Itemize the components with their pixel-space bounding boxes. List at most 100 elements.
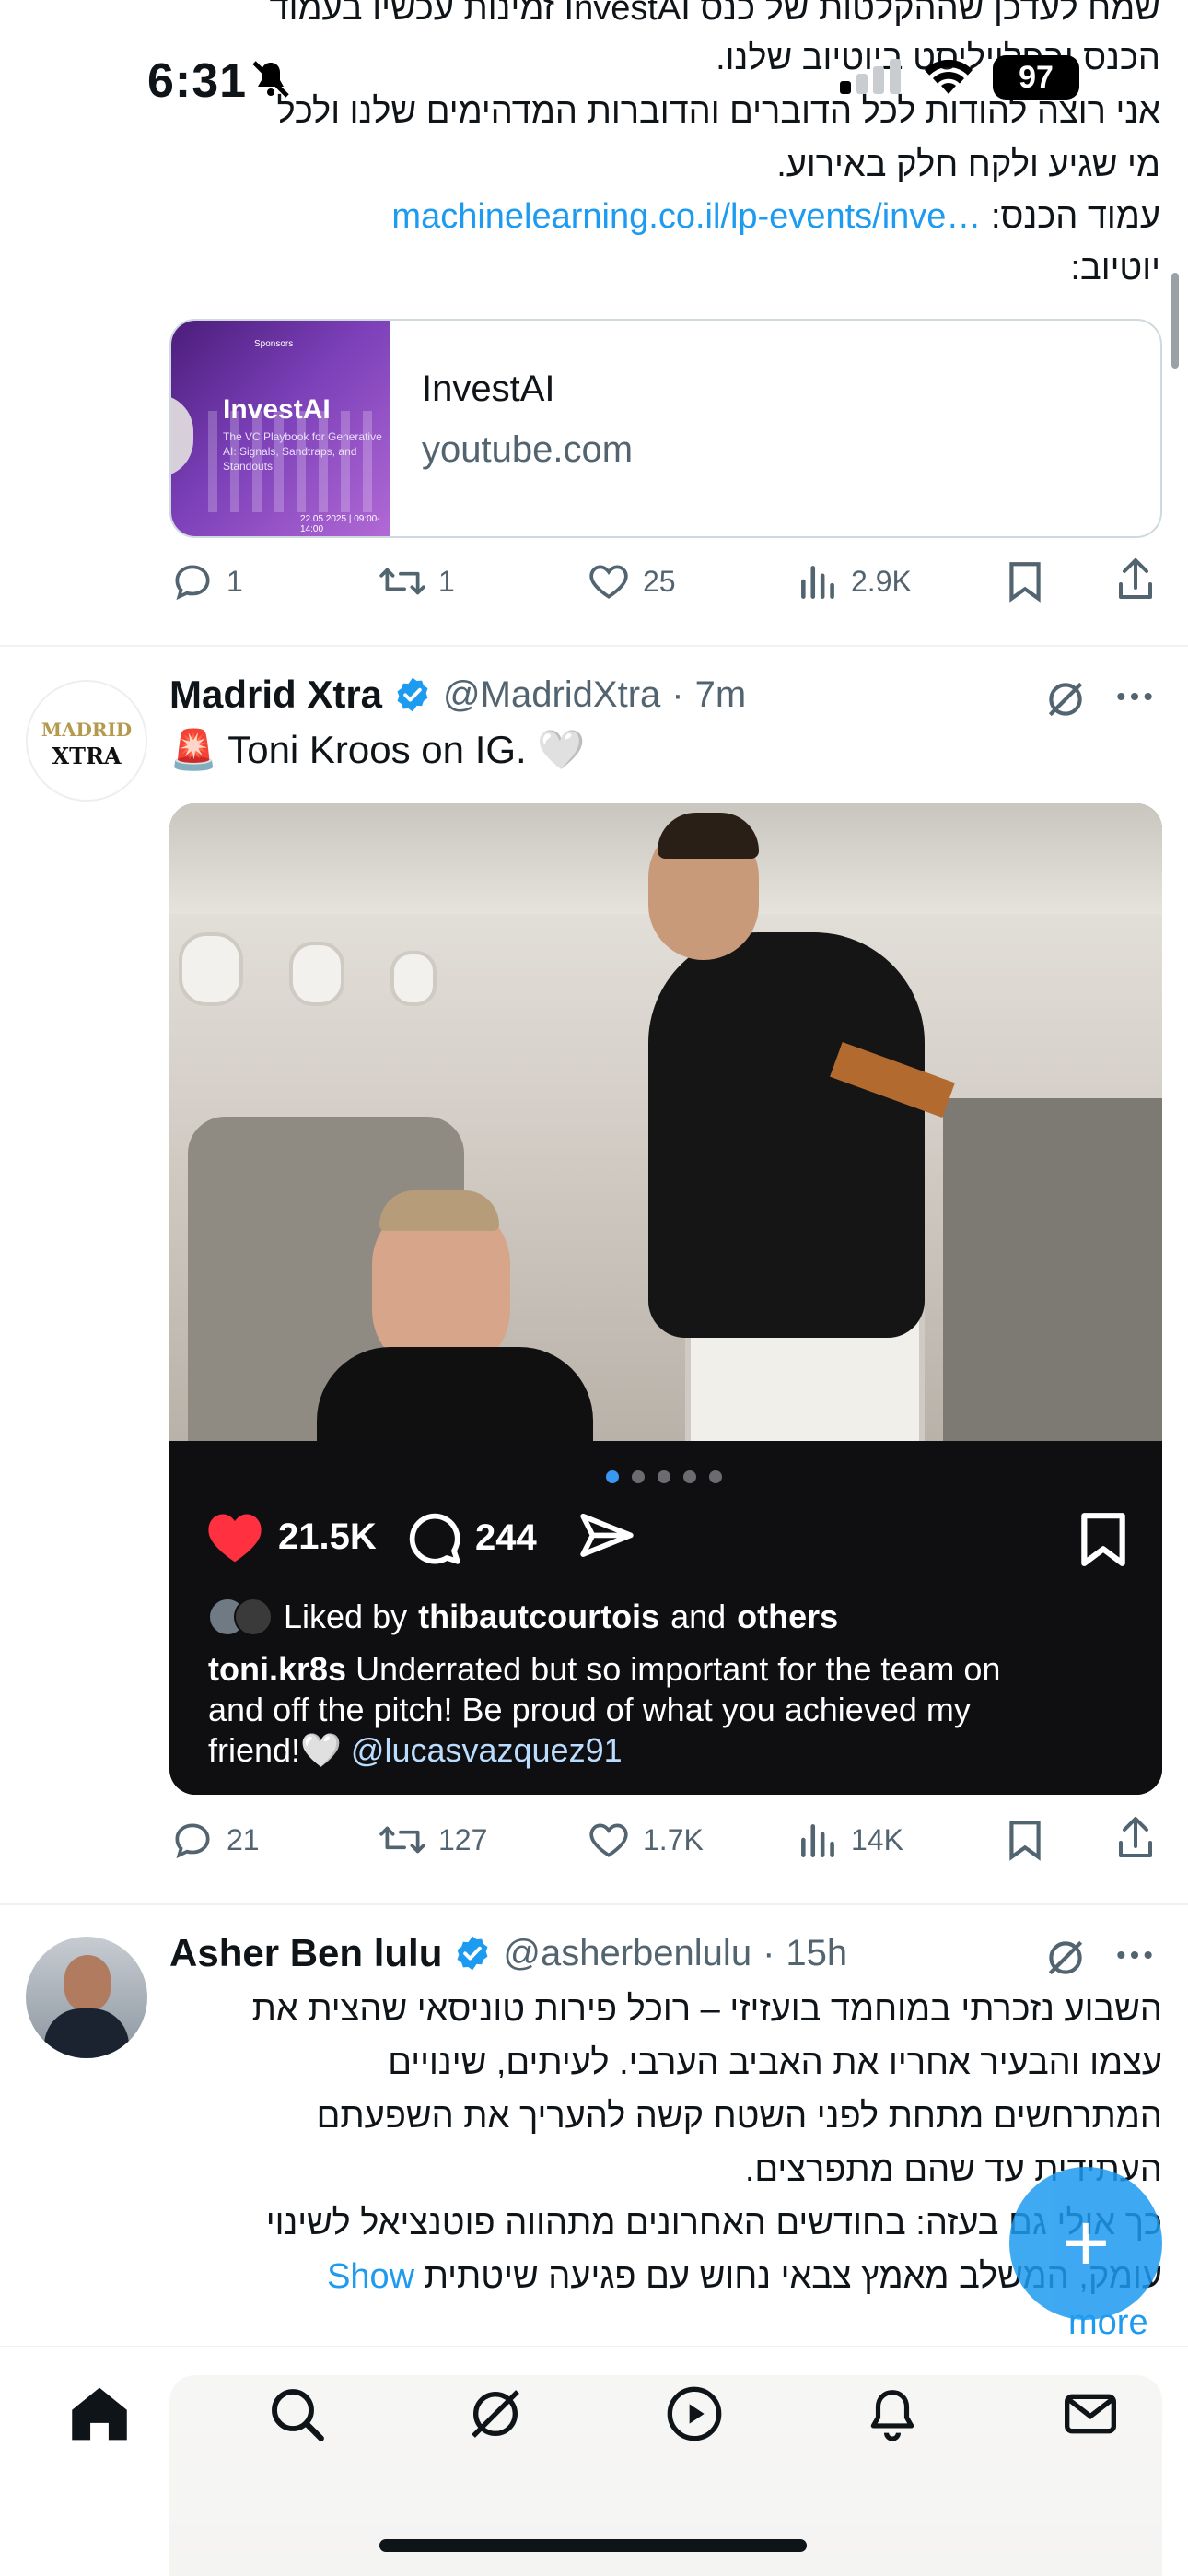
timestamp[interactable]: 7m <box>695 674 747 716</box>
like-count: 1.7K <box>643 1822 704 1856</box>
views-button[interactable]: 14K <box>798 1817 903 1863</box>
card-thumbnail: Sponsors InvestAI The VC Playbook for Ge… <box>171 321 390 536</box>
retweet-icon <box>379 1826 425 1854</box>
heart-icon <box>589 565 628 599</box>
caption-mention: @lucasvazquez91 <box>350 1731 623 1769</box>
retweet-count: 127 <box>438 1822 488 1856</box>
signal-icon <box>840 59 901 94</box>
ig-comment-icon <box>409 1513 460 1564</box>
bookmark-icon[interactable] <box>1004 558 1046 609</box>
scrollbar[interactable] <box>1171 273 1179 369</box>
dot-separator: · <box>763 1932 775 1973</box>
thumb-sponsors: Sponsors <box>254 339 294 349</box>
grok-icon[interactable] <box>1042 676 1089 727</box>
ig-caption: toni.kr8s Underrated but so important fo… <box>208 1649 1138 1771</box>
reply-icon <box>175 1823 210 1859</box>
page-label: עמוד הכנס: <box>990 197 1160 236</box>
tweet3-line-3: העתידית עד שהם מתפרצים. <box>744 2150 1162 2189</box>
caption-user: toni.kr8s <box>208 1650 347 1688</box>
more-options-icon[interactable] <box>1114 1946 1155 1969</box>
page-link[interactable]: machinelearning.co.il/lp-events/inve… <box>391 197 981 236</box>
ig-save-icon[interactable] <box>1077 1511 1129 1573</box>
link-card[interactable]: Sponsors InvestAI The VC Playbook for Ge… <box>169 319 1162 538</box>
handle[interactable]: @MadridXtra <box>443 674 660 716</box>
tweet1-line-3: מי שגיע ולקח חלק באירוע. <box>776 146 1160 184</box>
ig-comment[interactable]: 244 <box>405 1509 537 1566</box>
avatar-text-bottom: XTRA <box>52 743 122 769</box>
like-count: 25 <box>643 564 676 598</box>
divider <box>0 645 1188 647</box>
status-time: 6:31 <box>147 54 248 108</box>
retweet-count: 1 <box>438 564 455 598</box>
timestamp[interactable]: 15h <box>786 1933 847 1974</box>
wifi-icon <box>921 57 976 102</box>
display-name[interactable]: Asher Ben lulu <box>169 1931 442 1975</box>
ig-liker-avatars <box>208 1598 273 1636</box>
search-icon[interactable] <box>267 2384 326 2448</box>
ig-comment-count: 244 <box>475 1516 537 1558</box>
reply-icon <box>175 565 210 601</box>
messages-icon[interactable] <box>1061 2384 1120 2448</box>
home-icon[interactable] <box>68 2384 131 2448</box>
divider <box>0 1903 1188 1905</box>
tweet-text: 🚨 Toni Kroos on IG. 🤍 <box>169 728 586 771</box>
retweet-button[interactable]: 1 <box>378 558 455 604</box>
reply-count: 1 <box>227 564 243 598</box>
reply-button[interactable]: 21 <box>169 1817 260 1863</box>
grok-icon[interactable] <box>1042 1935 1089 1985</box>
card-title: InvestAI <box>422 369 555 409</box>
silent-bell-icon <box>249 57 293 106</box>
avatar[interactable] <box>26 1937 147 2058</box>
liked-by-user: thibautcourtois <box>418 1598 660 1635</box>
video-icon[interactable] <box>665 2384 724 2448</box>
verified-icon <box>457 1936 488 1971</box>
views-count: 2.9K <box>851 564 912 598</box>
ig-liked-by: Liked by thibautcourtois and others <box>208 1598 838 1636</box>
avatar[interactable]: MADRID XTRA <box>26 680 147 802</box>
bookmark-icon[interactable] <box>1004 1817 1046 1868</box>
reply-count: 21 <box>227 1822 260 1856</box>
more-options-icon[interactable] <box>1114 687 1155 710</box>
ig-like[interactable]: 21.5K <box>204 1509 377 1564</box>
youtube-label: יוטיוב: <box>1070 249 1160 287</box>
share-icon[interactable] <box>1112 556 1159 609</box>
carousel-dots[interactable] <box>606 1470 722 1483</box>
verified-icon <box>397 677 428 712</box>
handle[interactable]: @asherbenlulu <box>503 1933 751 1974</box>
tweet1-line-0: שמח לעדכן שההקלטות של כנס InvestAI זמינו… <box>269 0 1160 28</box>
liked-by-others: others <box>737 1598 839 1635</box>
ig-like-count: 21.5K <box>278 1516 377 1557</box>
compose-button[interactable]: + <box>1009 2167 1162 2320</box>
like-button[interactable]: 1.7K <box>586 1817 704 1863</box>
views-count: 14K <box>851 1822 903 1856</box>
retweet-button[interactable]: 127 <box>378 1817 487 1863</box>
notifications-icon[interactable] <box>864 2384 921 2448</box>
photo <box>169 803 1162 1441</box>
show-more-link-1[interactable]: Show <box>327 2257 414 2296</box>
tweet3-line-0: השבוע נזכרתי במוחמד בועזיזי – רוכל פירות… <box>251 1990 1162 2029</box>
analytics-icon <box>801 1824 834 1857</box>
home-indicator[interactable] <box>379 2539 807 2552</box>
ig-heart-icon <box>208 1514 262 1563</box>
grok-nav-icon[interactable] <box>466 2384 525 2448</box>
battery-indicator: 97 <box>993 55 1079 100</box>
caption-line3: friend!🤍 <box>208 1731 342 1769</box>
tweet1-page-row: עמוד הכנס: machinelearning.co.il/lp-even… <box>147 190 1160 243</box>
tweet-header: Madrid Xtra @MadridXtra · 7m <box>169 673 746 717</box>
thumb-date: 22.05.2025 | 09:00-14:00 <box>300 514 380 534</box>
dot-separator: · <box>671 673 684 715</box>
tweet-media[interactable]: 21.5K 244 Liked by thibautcourtois and o… <box>169 803 1162 1795</box>
share-icon[interactable] <box>1112 1815 1159 1868</box>
avatar-text-top: MADRID <box>41 719 133 741</box>
views-button[interactable]: 2.9K <box>798 558 912 604</box>
tweet3-line-2: המתרחשים מתחת לפני השטח קשה להעריך את הש… <box>316 2097 1162 2136</box>
analytics-icon <box>801 566 834 599</box>
like-button[interactable]: 25 <box>586 558 676 604</box>
display-name[interactable]: Madrid Xtra <box>169 673 382 717</box>
thumb-title: InvestAI <box>223 394 331 425</box>
plus-icon: + <box>1061 2196 1111 2289</box>
tweet-header: Asher Ben lulu @asherbenlulu · 15h <box>169 1931 847 1975</box>
ig-share-icon[interactable] <box>578 1511 635 1569</box>
liked-by-and: and <box>670 1598 727 1635</box>
reply-button[interactable]: 1 <box>169 558 243 604</box>
